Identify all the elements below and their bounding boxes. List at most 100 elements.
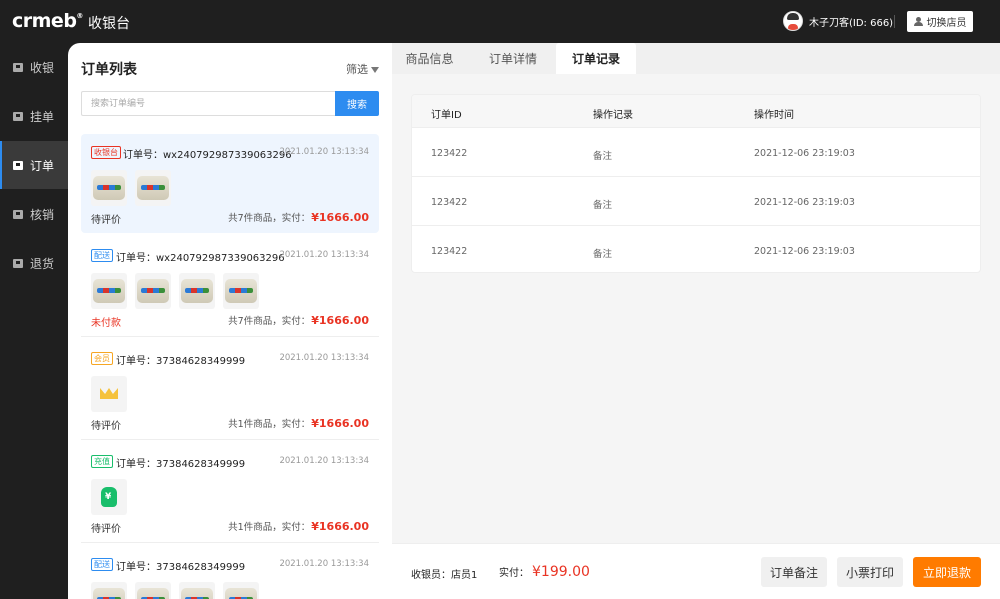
order-number: 订单号：37384628349999 xyxy=(116,562,246,573)
product-thumbnail xyxy=(91,582,127,599)
product-thumbnail xyxy=(179,273,215,309)
order-card[interactable]: 配送 订单号：wx240792987339063296 2021.01.20 1… xyxy=(81,237,379,337)
product-thumbnail xyxy=(135,273,171,309)
verify-icon xyxy=(13,209,23,219)
record-action: 备注 xyxy=(593,249,613,260)
order-tag: 配送 xyxy=(91,249,113,262)
crmeb-logo: crmeb® xyxy=(12,10,83,32)
order-card[interactable]: 收银台 订单号：wx240792987339063296 2021.01.20 … xyxy=(81,134,379,233)
nav-item-order[interactable]: 订单 xyxy=(0,141,68,189)
receipt-print-button[interactable]: 小票打印 xyxy=(837,557,903,587)
order-thumbnails xyxy=(91,170,171,206)
tab-order-detail[interactable]: 订单详情 xyxy=(474,43,552,74)
user-info[interactable]: 木子刀客(ID: 666) xyxy=(783,11,893,31)
order-card[interactable]: 配送 订单号：37384628349999 2021.01.20 13:13:3… xyxy=(81,546,379,599)
order-card[interactable]: 充值 订单号：37384628349999 2021.01.20 13:13:3… xyxy=(81,443,379,543)
detail-tabs: 商品信息 订单详情 订单记录 xyxy=(392,43,1000,74)
order-number: 订单号：wx240792987339063296 xyxy=(123,150,292,161)
table-row: 123422 备注 2021-12-06 23:19:03 xyxy=(412,127,980,176)
nav-item-return[interactable]: 退货 xyxy=(0,239,68,287)
product-thumbnail xyxy=(91,170,127,206)
tab-product-info[interactable]: 商品信息 xyxy=(392,43,467,74)
record-order-id: 123422 xyxy=(431,246,468,257)
bottom-action-bar: 收银员：店员1 实付： ¥199.00 订单备注 小票打印 立即退款 xyxy=(392,543,1000,599)
nav-item-hold-order[interactable]: 挂单 xyxy=(0,92,68,140)
order-number: 订单号：wx240792987339063296 xyxy=(116,253,285,264)
column-header: 订单ID xyxy=(431,110,462,121)
column-header: 操作时间 xyxy=(754,110,794,121)
order-list-panel: 订单列表 筛选 搜索 收银台 订单号：wx240792987339063296 … xyxy=(68,43,392,599)
order-detail-area: 商品信息 订单详情 订单记录 订单ID 操作记录 操作时间 123422 备注 … xyxy=(392,43,1000,599)
record-order-id: 123422 xyxy=(431,197,468,208)
hold-order-icon xyxy=(13,111,23,121)
header-divider xyxy=(894,15,895,28)
order-thumbnails xyxy=(91,479,127,515)
order-time: 2021.01.20 13:13:34 xyxy=(279,456,369,466)
refund-button[interactable]: 立即退款 xyxy=(913,557,981,587)
top-header: crmeb® 收银台 木子刀客(ID: 666) 切换店员 xyxy=(0,0,1000,43)
record-time: 2021-12-06 23:19:03 xyxy=(754,246,855,257)
crown-icon xyxy=(91,376,127,412)
product-thumbnail xyxy=(223,273,259,309)
return-icon xyxy=(13,258,23,268)
order-summary: 共1件商品， 实付： ¥1666.00 xyxy=(228,520,369,533)
divider xyxy=(81,542,379,543)
order-status: 待评价 xyxy=(91,421,121,432)
table-header: 订单ID 操作记录 操作时间 xyxy=(412,95,980,128)
product-thumbnail xyxy=(91,273,127,309)
record-time: 2021-12-06 23:19:03 xyxy=(754,197,855,208)
order-summary: 共7件商品， 实付： ¥1666.00 xyxy=(228,211,369,224)
filter-icon xyxy=(371,67,379,73)
search-button[interactable]: 搜索 xyxy=(335,91,379,116)
order-time: 2021.01.20 13:13:34 xyxy=(279,250,369,260)
order-status: 未付款 xyxy=(91,318,121,329)
app-title: 收银台 xyxy=(88,16,130,32)
record-order-id: 123422 xyxy=(431,148,468,159)
order-tag: 配送 xyxy=(91,558,113,571)
order-tag: 充值 xyxy=(91,455,113,468)
cashier-label: 收银员：店员1 xyxy=(411,570,478,581)
user-name: 木子刀客(ID: 666) xyxy=(809,17,894,29)
order-icon xyxy=(13,160,23,170)
order-search-input[interactable] xyxy=(81,91,335,116)
avatar xyxy=(783,11,803,31)
money-bag-icon xyxy=(91,479,127,515)
tab-order-record[interactable]: 订单记录 xyxy=(556,43,636,74)
divider xyxy=(81,439,379,440)
order-list-title: 订单列表 xyxy=(81,62,137,78)
user-icon xyxy=(913,17,923,26)
product-thumbnail xyxy=(223,582,259,599)
nav-item-cashier[interactable]: 收银 xyxy=(0,43,68,91)
left-nav: 收银 挂单 订单 核销 退货 xyxy=(0,43,68,599)
order-record-table: 订单ID 操作记录 操作时间 123422 备注 2021-12-06 23:1… xyxy=(411,94,981,273)
order-time: 2021.01.20 13:13:34 xyxy=(279,353,369,363)
table-row: 123422 备注 2021-12-06 23:19:03 xyxy=(412,176,980,225)
order-note-button[interactable]: 订单备注 xyxy=(761,557,827,587)
paid-summary: 实付： ¥199.00 xyxy=(499,564,590,580)
table-row: 123422 备注 2021-12-06 23:19:03 xyxy=(412,225,980,272)
order-summary: 共7件商品， 实付： ¥1666.00 xyxy=(228,314,369,327)
cashier-icon xyxy=(13,62,23,72)
paid-amount: ¥199.00 xyxy=(532,564,590,580)
order-number: 订单号：37384628349999 xyxy=(116,356,246,367)
order-time: 2021.01.20 13:13:34 xyxy=(279,559,369,569)
switch-staff-button[interactable]: 切换店员 xyxy=(907,11,973,32)
column-header: 操作记录 xyxy=(593,110,633,121)
order-summary: 共1件商品， 实付： ¥1666.00 xyxy=(228,417,369,430)
order-card[interactable]: 会员 订单号：37384628349999 2021.01.20 13:13:3… xyxy=(81,340,379,440)
product-thumbnail xyxy=(135,582,171,599)
order-tag: 收银台 xyxy=(91,146,121,159)
order-thumbnails xyxy=(91,273,259,309)
record-time: 2021-12-06 23:19:03 xyxy=(754,148,855,159)
filter-button[interactable]: 筛选 xyxy=(346,61,379,77)
nav-item-verify[interactable]: 核销 xyxy=(0,190,68,238)
order-status: 待评价 xyxy=(91,524,121,535)
record-action: 备注 xyxy=(593,200,613,211)
order-thumbnails xyxy=(91,582,259,599)
order-number: 订单号：37384628349999 xyxy=(116,459,246,470)
record-action: 备注 xyxy=(593,151,613,162)
order-thumbnails xyxy=(91,376,127,412)
order-time: 2021.01.20 13:13:34 xyxy=(279,147,369,157)
order-status: 待评价 xyxy=(91,215,121,226)
product-thumbnail xyxy=(135,170,171,206)
